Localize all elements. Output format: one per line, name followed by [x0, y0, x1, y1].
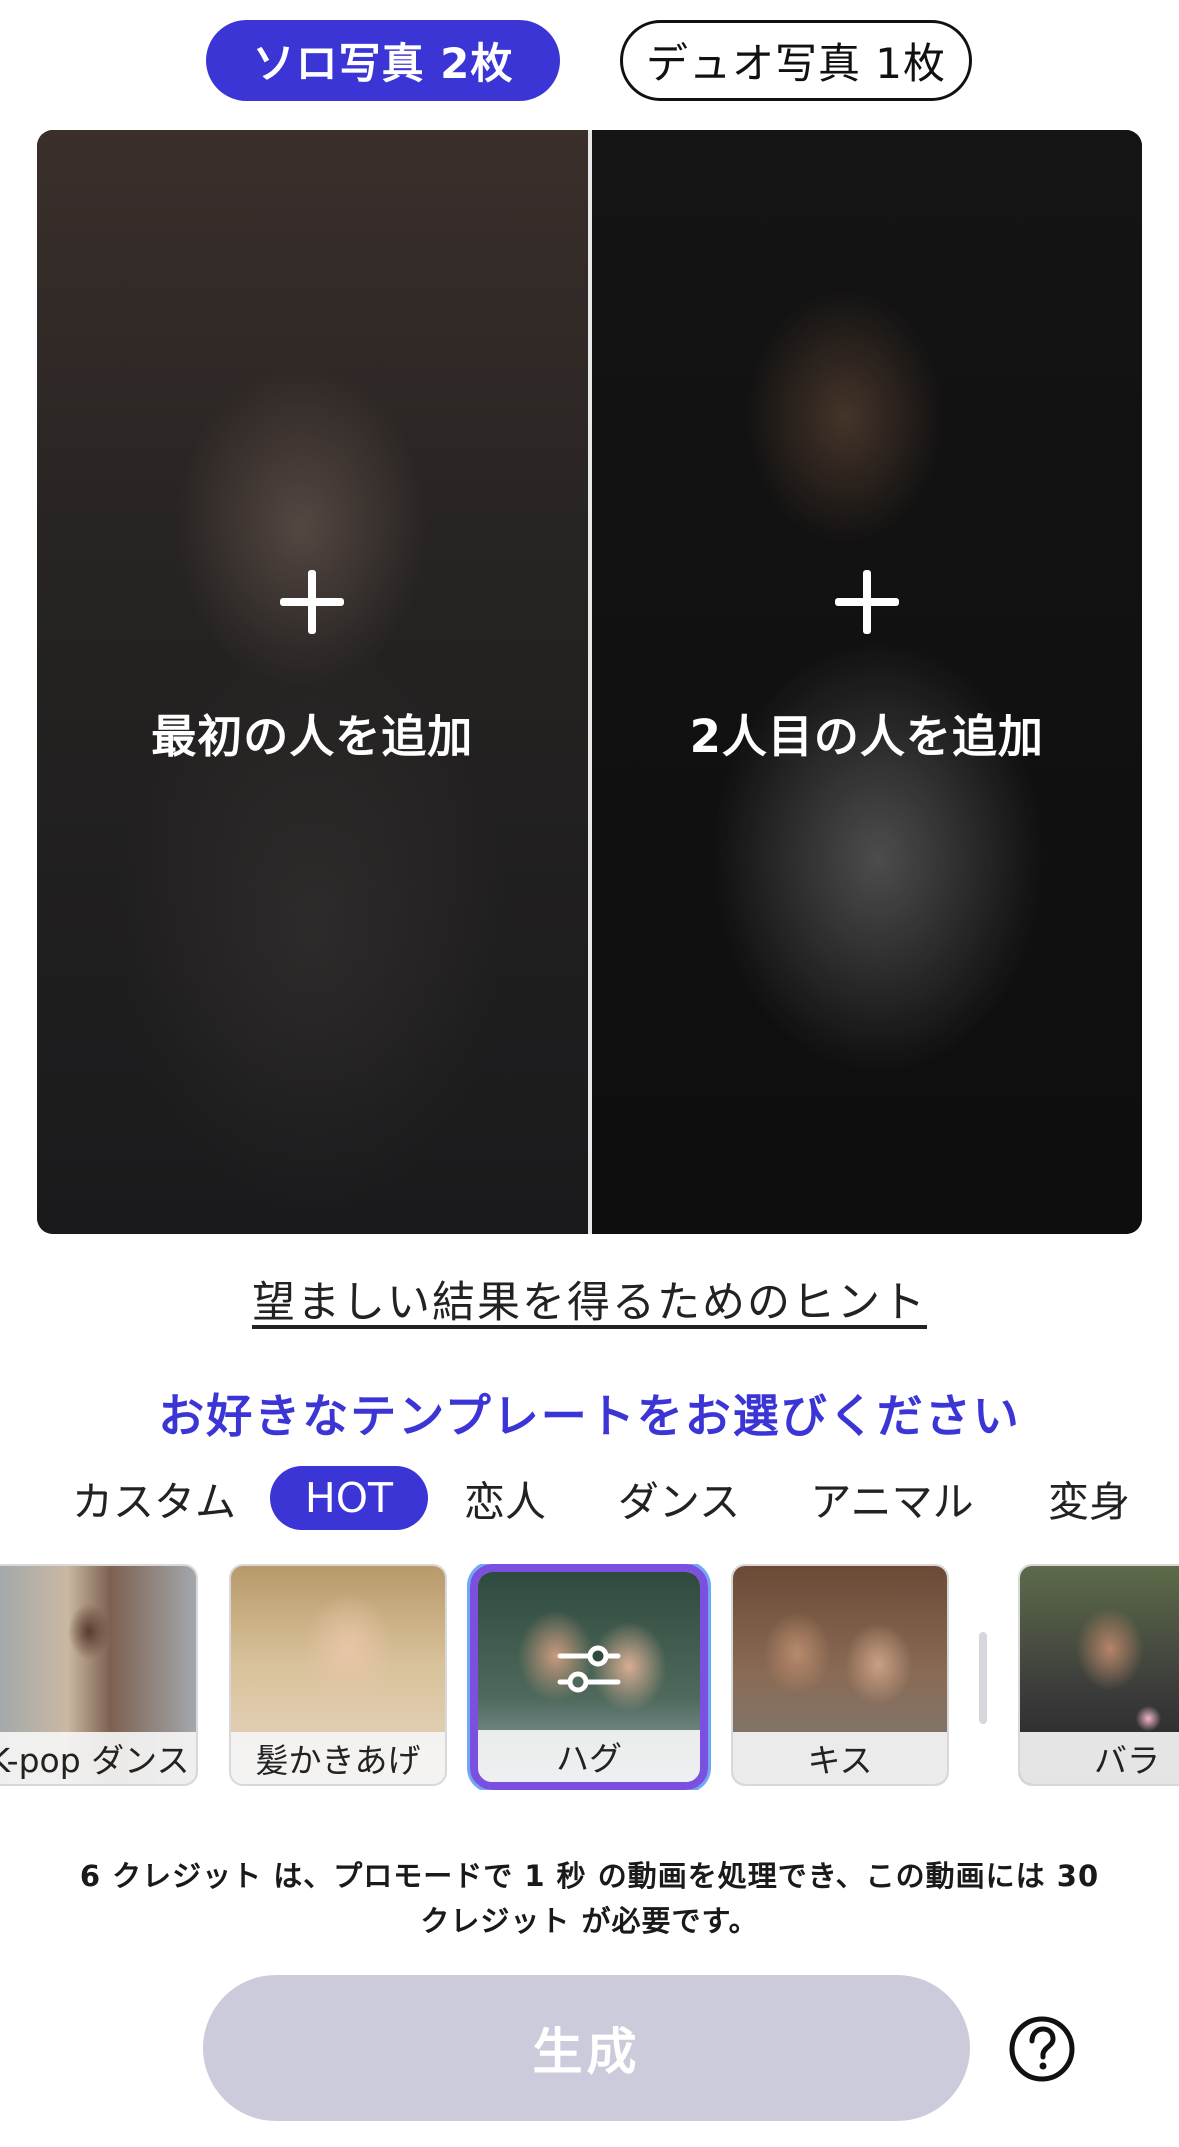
tab-transform[interactable]: 変身	[1044, 1466, 1134, 1530]
template-card-kiss[interactable]: キス	[731, 1564, 949, 1786]
category-tabs: カスタム HOT 恋人 ダンス アニマル 変身	[0, 1466, 1179, 1530]
template-section-title: お好きなテンプレートをお選びください	[158, 1389, 1021, 1443]
template-carousel[interactable]: K-pop ダンス 髪かきあげ ハグ キス バラ	[0, 1564, 1179, 1790]
template-label: 髪かきあげ	[231, 1732, 445, 1784]
first-person-slot[interactable]: 最初の人を追加	[37, 130, 588, 1234]
app-screen: ソロ写真 2枚 デュオ写真 1枚 最初の人を追加 2人目の人を追加 望ましい結果…	[0, 0, 1179, 2147]
credit-info-text: 6 クレジット は、プロモードで 1 秒 の動画を処理でき、この動画には 30 …	[79, 1859, 1100, 1938]
tab-lovers[interactable]: 恋人	[460, 1466, 550, 1530]
tab-dance[interactable]: ダンス	[614, 1466, 744, 1530]
template-card-rose[interactable]: バラ	[1018, 1564, 1179, 1786]
template-card-kpop[interactable]: K-pop ダンス	[0, 1564, 198, 1786]
template-label: ハグ	[478, 1730, 700, 1782]
plus-icon	[834, 570, 899, 634]
sliders-icon[interactable]	[554, 1634, 624, 1704]
tips-link[interactable]: 望ましい結果を得るためのヒント	[0, 1268, 1179, 1330]
tab-custom[interactable]: カスタム	[72, 1466, 236, 1530]
carousel-scroll-indicator	[979, 1632, 987, 1724]
tab-animal[interactable]: アニマル	[810, 1466, 974, 1530]
template-label: キス	[733, 1732, 947, 1784]
generate-button[interactable]: 生成	[203, 1975, 970, 2121]
template-label: バラ	[1020, 1732, 1179, 1784]
template-card-hug[interactable]: ハグ	[470, 1564, 708, 1790]
first-person-label: 最初の人を追加	[151, 710, 474, 763]
help-circle-icon[interactable]	[1008, 2015, 1076, 2083]
solo-mode-button[interactable]: ソロ写真 2枚	[206, 20, 560, 101]
second-person-label: 2人目の人を追加	[689, 710, 1044, 763]
template-card-hair-flip[interactable]: 髪かきあげ	[229, 1564, 447, 1786]
photo-upload-panel: 最初の人を追加 2人目の人を追加	[37, 130, 1142, 1234]
second-person-slot[interactable]: 2人目の人を追加	[591, 130, 1142, 1234]
tab-hot[interactable]: HOT	[270, 1466, 428, 1530]
template-label: K-pop ダンス	[0, 1732, 196, 1784]
duo-mode-button[interactable]: デュオ写真 1枚	[620, 20, 972, 101]
plus-icon	[280, 570, 345, 634]
